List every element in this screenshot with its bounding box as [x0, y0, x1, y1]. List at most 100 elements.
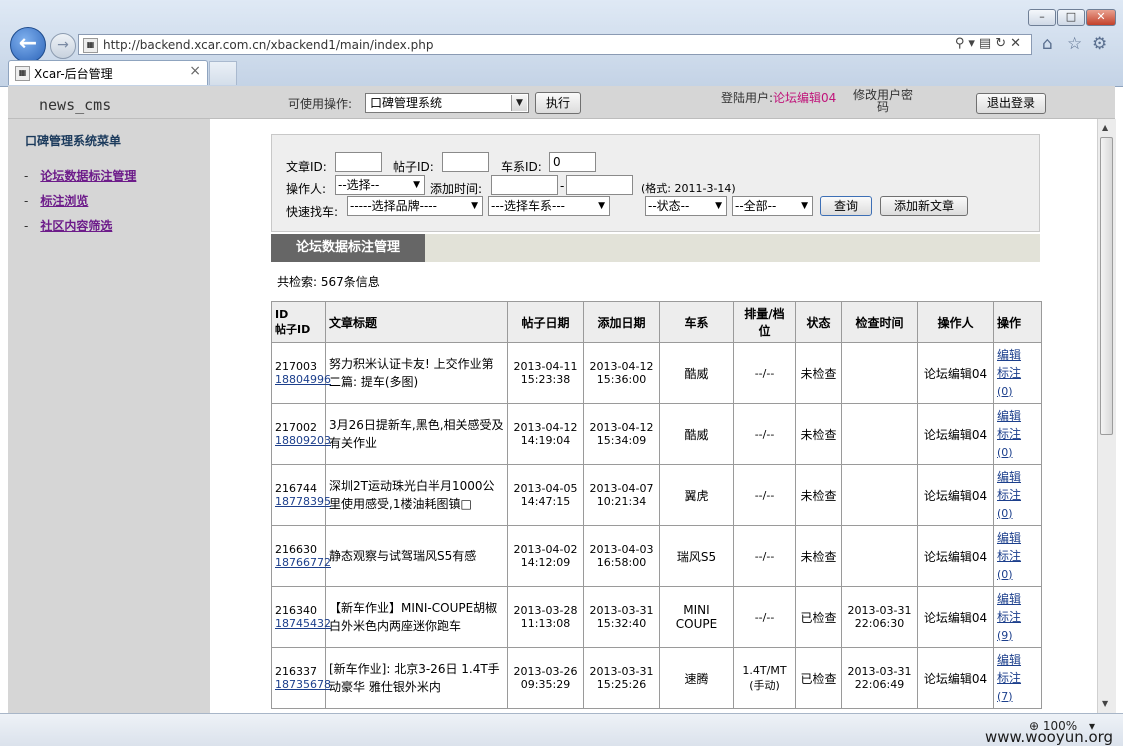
edit-link[interactable]: 编辑	[997, 409, 1021, 423]
new-tab-button[interactable]	[209, 61, 237, 85]
cell-status: 已检查	[795, 647, 842, 709]
cell-displacement: --/--	[733, 403, 796, 465]
post-id-input[interactable]	[442, 152, 489, 172]
tag-link[interactable]: 标注	[997, 366, 1021, 380]
post-id-link[interactable]: 18809203	[275, 434, 331, 447]
menu-item-label[interactable]: 标注浏览	[40, 194, 88, 208]
tab-close-icon[interactable]: ×	[189, 63, 201, 79]
back-arrow-icon[interactable]: ←	[10, 27, 46, 63]
article-id-input[interactable]	[335, 152, 382, 172]
cell-status: 未检查	[795, 464, 842, 526]
cell-id: 216744 18778395	[271, 464, 331, 526]
operator-label: 操作人:	[286, 182, 327, 196]
brand-select[interactable]: -----选择品牌---- ▼	[347, 196, 483, 216]
cell-id: 216630 18766772	[271, 525, 331, 587]
post-id-link[interactable]: 18745432	[275, 617, 331, 630]
ops-label: 可使用操作:	[288, 97, 353, 111]
tag-count-link[interactable]: (9)	[997, 629, 1013, 642]
exec-button[interactable]: 执行	[535, 92, 581, 114]
post-id-link[interactable]: 18778395	[275, 495, 331, 508]
cell-id: 216340 18745432	[271, 586, 331, 648]
cell-id: 217002 18809203	[271, 403, 331, 465]
table-row: 217003 18804996 努力积米认证卡友! 上交作业第二篇: 提车(多图) 2…	[271, 342, 1042, 404]
start-date-input[interactable]	[491, 175, 558, 195]
scroll-thumb[interactable]	[1100, 137, 1113, 435]
cell-title: [新车作业]: 北京3-26日 1.4T手动豪华 雅仕银外米内	[325, 647, 508, 709]
watermark: www.wooyun.org	[985, 728, 1114, 746]
operator-select[interactable]: --选择-- ▼	[335, 175, 425, 195]
tag-link[interactable]: 标注	[997, 427, 1021, 441]
cell-displacement: --/--	[733, 342, 796, 404]
col-series: 车系	[659, 301, 734, 343]
tag-count-link[interactable]: (7)	[997, 690, 1013, 703]
brand-selected: -----选择品牌----	[350, 199, 437, 213]
post-id-link[interactable]: 18804996	[275, 373, 331, 386]
series-selected: ---选择车系---	[491, 199, 565, 213]
result-count: 共检索: 567条信息	[277, 275, 380, 289]
tag-link[interactable]: 标注	[997, 549, 1021, 563]
minimize-icon[interactable]: –	[1028, 9, 1056, 26]
query-button[interactable]: 查询	[820, 196, 872, 216]
edit-link[interactable]: 编辑	[997, 592, 1021, 606]
edit-link[interactable]: 编辑	[997, 470, 1021, 484]
menu-item-label[interactable]: 社区内容筛选	[40, 219, 112, 233]
tag-link[interactable]: 标注	[997, 610, 1021, 624]
cell-displacement: 1.4T/MT (手动)	[733, 647, 796, 709]
scroll-up-icon[interactable]: ▲	[1102, 123, 1108, 132]
change-password-link[interactable]: 修改用户密 码	[853, 89, 913, 113]
cell-id: 217003 18804996	[271, 342, 331, 404]
chevron-down-icon: ▼	[511, 95, 527, 111]
cell-check-time	[841, 342, 918, 404]
tag-count-link[interactable]: (0)	[997, 446, 1013, 459]
post-id-link[interactable]: 18766772	[275, 556, 331, 569]
tag-link[interactable]: 标注	[997, 488, 1021, 502]
edit-link[interactable]: 编辑	[997, 653, 1021, 667]
favorites-star-icon[interactable]: ☆	[1067, 34, 1082, 54]
home-icon[interactable]: ⌂	[1042, 34, 1053, 54]
end-date-input[interactable]	[566, 175, 633, 195]
cell-post-date: 2013-04-02 14:12:09	[507, 525, 584, 587]
close-window-icon[interactable]: ✕	[1086, 9, 1116, 26]
all-select[interactable]: --全部-- ▼	[732, 196, 813, 216]
status-select[interactable]: --状态-- ▼	[645, 196, 727, 216]
cell-action: 编辑标注 (7)	[993, 647, 1042, 709]
ops-select[interactable]: 口碑管理系统 ▼	[365, 93, 529, 113]
cell-title: 3月26日提新车,黑色,相关感受及有关作业	[325, 403, 508, 465]
menu-item-forum-tagging[interactable]: - 论坛数据标注管理	[24, 167, 136, 184]
tag-count-link[interactable]: (0)	[997, 507, 1013, 520]
edit-link[interactable]: 编辑	[997, 531, 1021, 545]
login-user-name: 论坛编辑04	[773, 91, 837, 105]
refresh-icon[interactable]: ↻	[995, 36, 1010, 51]
series-select[interactable]: ---选择车系--- ▼	[488, 196, 610, 216]
browser-tab[interactable]: ▦ Xcar-后台管理 ×	[8, 60, 208, 85]
address-bar[interactable]: ▦ http://backend.xcar.com.cn/xbackend1/m…	[78, 34, 1032, 55]
chevron-down-icon: ▼	[598, 201, 605, 211]
menu-item-label[interactable]: 论坛数据标注管理	[40, 169, 136, 183]
tag-link[interactable]: 标注	[997, 671, 1021, 685]
search-panel: 文章ID: 帖子ID: 车系ID: 0 操作人: --选择-- ▼ 添加时间: -…	[271, 134, 1040, 232]
add-article-button[interactable]: 添加新文章	[880, 196, 968, 216]
compat-view-icon[interactable]: ▤	[979, 36, 995, 51]
status-bar: ⊕ 100% ▾ www.wooyun.org	[0, 713, 1123, 746]
col-check-time: 检查时间	[841, 301, 918, 343]
edit-link[interactable]: 编辑	[997, 348, 1021, 362]
table-row: 216340 18745432 【新车作业】MINI-COUPE胡椒白外米色内两座迷…	[271, 586, 1042, 648]
logout-button[interactable]: 退出登录	[976, 93, 1046, 114]
post-id-link[interactable]: 18735678	[275, 678, 331, 691]
section-tab[interactable]: 论坛数据标注管理	[271, 234, 425, 262]
operator-selected: --选择--	[338, 178, 380, 192]
gear-icon[interactable]: ⚙	[1092, 34, 1107, 54]
forward-arrow-icon[interactable]: →	[50, 33, 76, 59]
vertical-scrollbar[interactable]: ▲ ▼	[1097, 119, 1116, 713]
tag-count-link[interactable]: (0)	[997, 568, 1013, 581]
menu-item-community-filter[interactable]: - 社区内容筛选	[24, 217, 112, 234]
chevron-down-icon[interactable]: ▾	[968, 36, 979, 51]
series-id-input[interactable]: 0	[549, 152, 596, 172]
menu-item-tag-browse[interactable]: - 标注浏览	[24, 192, 88, 209]
results-table: ID 帖子ID 文章标题 帖子日期 添加日期 车系 排量/档 位 状态 检查时间…	[271, 301, 1042, 709]
search-icon[interactable]: ⚲	[955, 36, 969, 51]
stop-icon[interactable]: ✕	[1010, 36, 1025, 51]
tag-count-link[interactable]: (0)	[997, 385, 1013, 398]
scroll-down-icon[interactable]: ▼	[1102, 699, 1108, 708]
maximize-icon[interactable]: □	[1057, 9, 1085, 26]
